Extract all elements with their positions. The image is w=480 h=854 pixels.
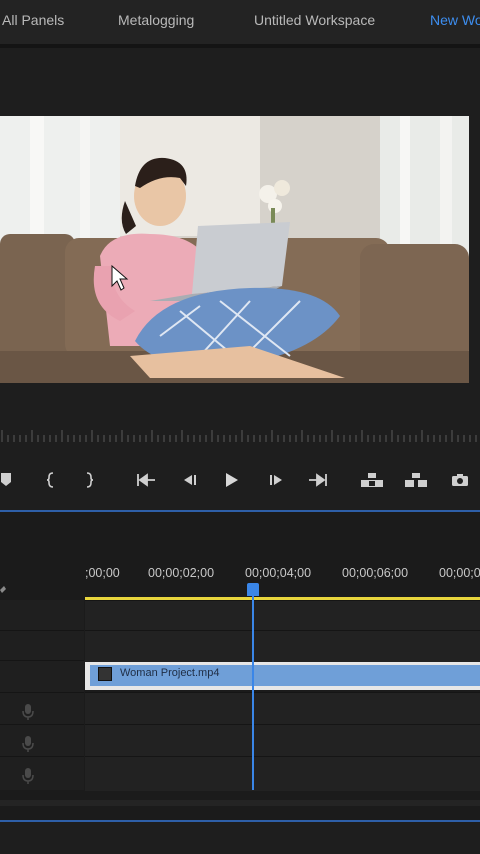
track-headers — [0, 600, 84, 790]
track-header-v2[interactable] — [0, 630, 84, 661]
go-to-in-icon[interactable] — [134, 460, 158, 500]
timecode-label: 00;00;06;00 — [342, 566, 409, 580]
timecode-label: 00;00;04;00 — [245, 566, 312, 580]
tab-metalogging[interactable]: Metalogging — [118, 12, 194, 28]
microphone-icon[interactable] — [21, 767, 35, 785]
microphone-icon[interactable] — [21, 703, 35, 721]
track-a2[interactable] — [85, 724, 480, 757]
mark-out-icon[interactable] — [80, 460, 100, 500]
track-header-v1[interactable] — [0, 660, 84, 693]
timecode-ruler[interactable]: ;00;00 00;00;02;00 00;00;04;00 00;00;06;… — [85, 566, 480, 582]
monitor-time-ruler[interactable] — [0, 428, 480, 442]
track-v3[interactable] — [85, 600, 480, 631]
playhead-handle[interactable] — [247, 583, 259, 596]
track-v2[interactable] — [85, 630, 480, 662]
tab-new-workspace[interactable]: New Wo — [430, 12, 480, 28]
microphone-icon[interactable] — [21, 735, 35, 753]
fx-badge-icon — [98, 667, 112, 681]
camera-icon[interactable] — [448, 460, 472, 500]
lift-icon[interactable] — [358, 460, 386, 500]
snap-indicator-icon — [0, 586, 6, 593]
workspace-tab-bar: All Panels Metalogging Untitled Workspac… — [0, 0, 480, 44]
track-a1[interactable] — [85, 692, 480, 725]
marker-icon[interactable] — [0, 460, 14, 500]
tab-untitled-workspace[interactable]: Untitled Workspace — [254, 12, 375, 28]
step-back-icon[interactable] — [178, 460, 200, 500]
extract-icon[interactable] — [402, 460, 430, 500]
transport-controls — [0, 460, 480, 500]
bottom-panel — [0, 822, 480, 854]
track-header-a3[interactable] — [0, 756, 84, 791]
timeline-scrollbar[interactable] — [0, 800, 480, 806]
clip-name: Woman Project.mp4 — [120, 667, 220, 679]
mark-in-icon[interactable] — [40, 460, 60, 500]
go-to-out-icon[interactable] — [306, 460, 330, 500]
video-frame — [0, 116, 469, 383]
playhead-line[interactable] — [252, 590, 254, 790]
timecode-label: 00;00;02;00 — [148, 566, 215, 580]
step-forward-icon[interactable] — [266, 460, 288, 500]
timecode-label: 00;00;0 — [439, 566, 480, 580]
track-header-a1[interactable] — [0, 692, 84, 725]
tab-all-panels[interactable]: All Panels — [2, 12, 64, 28]
timecode-label: ;00;00 — [85, 566, 120, 580]
play-icon[interactable] — [220, 460, 242, 500]
track-a3[interactable] — [85, 756, 480, 791]
track-header-a2[interactable] — [0, 724, 84, 757]
